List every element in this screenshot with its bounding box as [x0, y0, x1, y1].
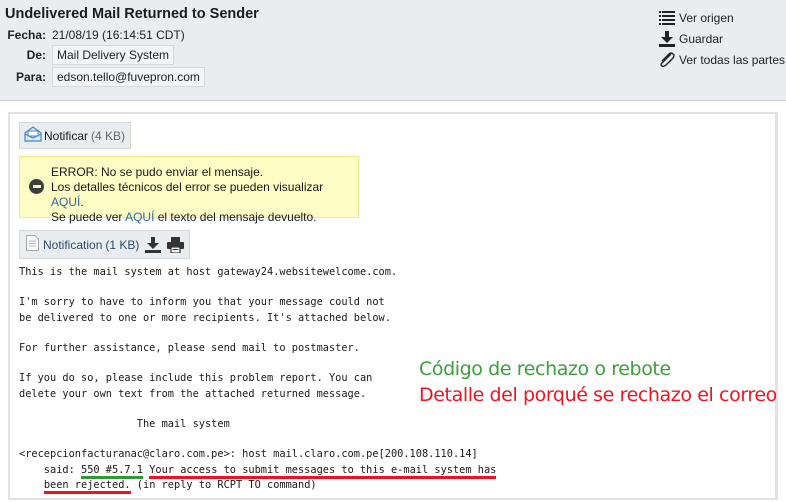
message-line: be delivered to one or more recipients. …: [19, 311, 391, 324]
to-row: Para: edson.tello@fuvepron.com: [0, 67, 205, 87]
save-button[interactable]: Guardar: [658, 28, 785, 49]
attachment-notificar[interactable]: Notificar (4 KB): [19, 122, 132, 149]
date-value: 21/08/19 (16:14:51 CDT): [52, 28, 185, 42]
view-all-parts-label: Ver todas las partes: [679, 52, 786, 67]
alert-line-2: Los detalles técnicos del error se puede…: [51, 180, 358, 210]
attachment-notificar-name: Notificar: [44, 128, 89, 143]
document-icon: [26, 235, 39, 254]
error-alert: ERROR: No se pudo enviar el mensaje. Los…: [19, 156, 359, 224]
alert-line-1: ERROR: No se pudo enviar el mensaje.: [51, 165, 264, 179]
download-icon: [658, 30, 676, 47]
recipient-host-line: <recepcionfacturanac@claro.com.pe>: host…: [19, 448, 478, 461]
alert-line-2-text: Los detalles técnicos del error se puede…: [51, 180, 324, 194]
said-line: said: 550 #5.7.1 Your access to submit m…: [19, 463, 497, 479]
rejection-detail-part-1: Your access to submit messages to this e…: [149, 463, 497, 479]
annotation-rejection-detail: Detalle del porqué se rechazo el correo: [419, 384, 777, 406]
header-actions: Ver origen Guardar Ver todas las partes: [658, 7, 785, 70]
date-row: Fecha: 21/08/19 (16:14:51 CDT): [0, 28, 185, 42]
print-icon[interactable]: [167, 236, 185, 253]
attachment-notification-name[interactable]: Notification: [43, 238, 102, 252]
envelope-open-icon: [24, 126, 42, 145]
alert-line-3: Se puede ver AQUÍ el texto del mensaje d…: [51, 210, 358, 225]
message-line: This is the mail system at host gateway2…: [19, 266, 398, 278]
view-source-label: Ver origen: [679, 10, 734, 25]
message-line: I'm sorry to have to inform you that you…: [19, 296, 385, 309]
save-label: Guardar: [679, 31, 724, 46]
rejection-detail-part-2: been rejected.: [43, 478, 131, 494]
attachment-notification-size: (1 KB): [105, 237, 140, 252]
rejection-code: 550 #5.7.1: [81, 463, 143, 479]
date-label: Fecha:: [7, 28, 46, 42]
rejection-detail-line: been rejected. (in reply to RCPT TO comm…: [19, 478, 496, 494]
view-all-parts-button[interactable]: Ver todas las partes: [658, 49, 785, 70]
paperclip-icon: [658, 51, 676, 68]
technical-details-link[interactable]: AQUÍ: [51, 195, 80, 209]
to-label: Para:: [15, 70, 46, 84]
from-chip[interactable]: Mail Delivery System: [52, 45, 175, 65]
alert-line-3-text: Se puede ver: [51, 210, 126, 224]
returned-message-link[interactable]: AQUÍ: [125, 210, 154, 224]
alert-line-3-suffix: el texto del mensaje devuelto.: [154, 210, 317, 224]
download-attachment-icon[interactable]: [145, 236, 162, 253]
message-subject: Undelivered Mail Returned to Sender: [5, 6, 259, 22]
message-header: Undelivered Mail Returned to Sender Fech…: [0, 0, 786, 101]
list-icon: [658, 10, 676, 26]
alert-line-2-suffix: .: [80, 195, 84, 209]
said-prefix: said:: [19, 463, 81, 476]
from-row: De: Mail Delivery System: [0, 45, 175, 65]
from-label: De:: [26, 48, 46, 62]
minus-circle-icon: [29, 179, 44, 194]
attachment-notification: Notification (1 KB): [19, 230, 191, 259]
to-chip[interactable]: edson.tello@fuvepron.com: [52, 67, 205, 87]
reply-context: (in reply to RCPT TO command): [130, 478, 317, 491]
view-source-button[interactable]: Ver origen: [658, 7, 785, 28]
message-line: For further assistance, please send mail…: [19, 342, 360, 355]
annotation-rejection-code: Código de rechazo o rebote: [419, 358, 671, 380]
attachment-notificar-size: (4 KB): [91, 128, 126, 143]
message-signature: The mail system: [19, 418, 230, 431]
